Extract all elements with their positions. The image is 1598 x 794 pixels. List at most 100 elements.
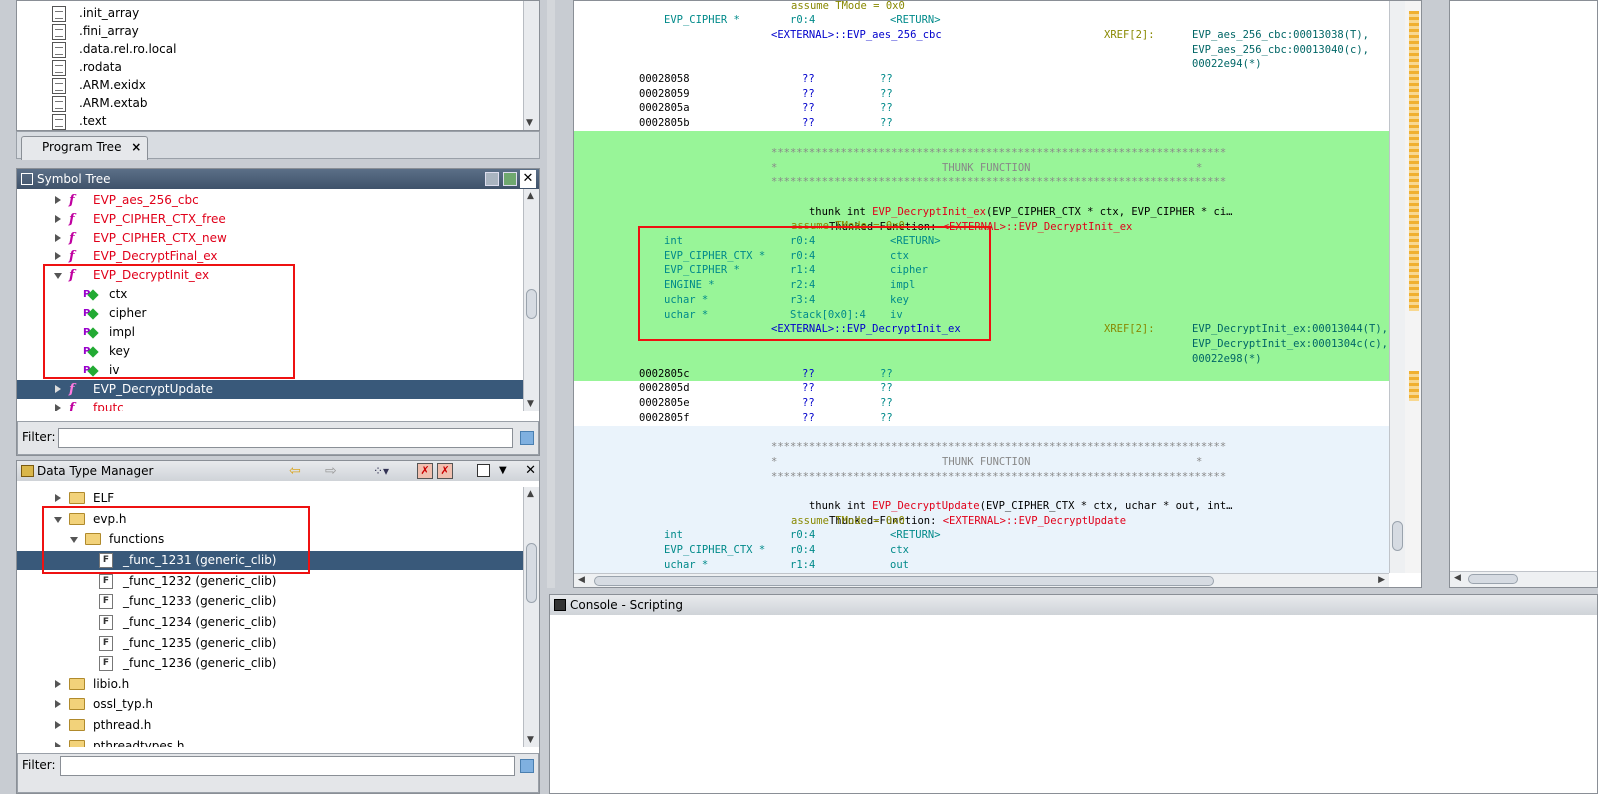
- listing-hscrollbar[interactable]: ◀ ▶: [574, 573, 1389, 587]
- address[interactable]: 0002805c: [639, 367, 690, 382]
- data-type-scrollbar[interactable]: ▲ ▼: [523, 487, 539, 747]
- address[interactable]: 0002805e: [639, 396, 690, 411]
- expand-arrow-icon[interactable]: [55, 700, 61, 708]
- listing-vscrollbar[interactable]: [1389, 1, 1405, 573]
- expand-arrow-icon[interactable]: [55, 680, 61, 688]
- symbol-tree-item[interactable]: f EVP_CIPHER_CTX_new: [17, 229, 523, 248]
- scroll-left-arrow-icon[interactable]: ◀: [1454, 573, 1461, 583]
- data-type-item[interactable]: F _func_1232 (generic_clib): [17, 572, 523, 591]
- data-type-item[interactable]: F _func_1235 (generic_clib): [17, 634, 523, 653]
- symbol-tree-item-selected[interactable]: f EVP_DecryptUpdate: [17, 380, 523, 399]
- param-type: uchar *: [664, 559, 709, 571]
- program-tree-scrollbar[interactable]: ▼: [523, 1, 539, 130]
- close-tab-icon[interactable]: ×: [131, 140, 141, 154]
- scroll-thumb[interactable]: [1392, 521, 1403, 551]
- program-tree-tabbar: Program Tree ×: [16, 131, 540, 160]
- comment-stars: ****************************************…: [771, 441, 1227, 453]
- expand-arrow-icon[interactable]: [55, 742, 61, 747]
- expand-arrow-icon[interactable]: [55, 494, 61, 502]
- xref-entry[interactable]: EVP_DecryptInit_ex:0001304c(c),: [1192, 337, 1388, 352]
- byte-value: ??: [880, 102, 893, 114]
- console-output[interactable]: [550, 615, 1597, 793]
- function-signature[interactable]: thunk int EVP_DecryptUpdate(EVP_CIPHER_C…: [771, 484, 1233, 512]
- data-type-item[interactable]: pthread.h: [17, 716, 523, 735]
- param-name: out: [890, 559, 909, 571]
- collapse-all-icon[interactable]: [477, 464, 490, 477]
- param-loc: r0:4: [790, 529, 816, 541]
- data-type-item[interactable]: ossl_typ.h: [17, 695, 523, 714]
- expand-arrow-icon[interactable]: [55, 234, 61, 242]
- right-hscrollbar[interactable]: ◀: [1450, 571, 1597, 587]
- expand-arrow-icon[interactable]: [55, 721, 61, 729]
- scroll-down-arrow-icon[interactable]: ▼: [527, 735, 534, 745]
- overview-bar[interactable]: [1405, 1, 1421, 573]
- symbol-tree-item[interactable]: f EVP_aes_256_cbc: [17, 191, 523, 210]
- function-signature[interactable]: thunk int EVP_DecryptInit_ex(EVP_CIPHER_…: [771, 190, 1233, 218]
- byte-value: ??: [802, 88, 815, 100]
- forward-arrow-icon[interactable]: ⇨: [325, 461, 337, 481]
- symbol-filter-bar: Filter:: [17, 421, 539, 455]
- data-type-item[interactable]: F _func_1234 (generic_clib): [17, 613, 523, 632]
- data-type-item[interactable]: pthreadtypes.h: [17, 737, 523, 747]
- address[interactable]: 00028059: [639, 87, 690, 102]
- filter-options-icon[interactable]: [520, 431, 534, 445]
- expand-arrow-icon[interactable]: [55, 385, 61, 393]
- data-type-filter-input[interactable]: [60, 756, 515, 776]
- scroll-down-arrow-icon[interactable]: ▼: [527, 399, 534, 409]
- thunked-target[interactable]: <EXTERNAL>::EVP_DecryptUpdate: [943, 515, 1126, 527]
- xref-entry[interactable]: 00022e94(*): [1192, 57, 1262, 72]
- expand-arrow-icon[interactable]: [55, 252, 61, 260]
- folder-icon: [69, 678, 85, 690]
- symbol-tree-item[interactable]: f fputc: [17, 399, 523, 411]
- scroll-down-arrow-icon[interactable]: ▼: [526, 118, 533, 128]
- symbol-tree-item[interactable]: f EVP_CIPHER_CTX_free: [17, 210, 523, 229]
- refresh-icon[interactable]: [503, 172, 517, 186]
- scroll-thumb[interactable]: [594, 576, 1214, 586]
- scroll-thumb[interactable]: [526, 543, 537, 603]
- xref-entry[interactable]: EVP_DecryptInit_ex:00013044(T),: [1192, 322, 1388, 337]
- close-icon[interactable]: ✕: [525, 461, 536, 481]
- scroll-thumb[interactable]: [526, 289, 537, 319]
- byte-value: ??: [880, 397, 893, 409]
- close-icon[interactable]: ✕: [520, 170, 536, 188]
- address[interactable]: 0002805d: [639, 381, 690, 396]
- scroll-up-arrow-icon[interactable]: ▲: [527, 191, 534, 201]
- scroll-thumb[interactable]: [1468, 574, 1518, 584]
- xref-entry[interactable]: EVP_aes_256_cbc:00013038(T),: [1192, 28, 1369, 43]
- data-type-item[interactable]: F _func_1236 (generic_clib): [17, 654, 523, 673]
- scroll-right-arrow-icon[interactable]: ▶: [1378, 575, 1385, 585]
- address[interactable]: 00028058: [639, 72, 690, 87]
- data-type-item[interactable]: libio.h: [17, 675, 523, 694]
- address[interactable]: 0002805f: [639, 411, 690, 426]
- export-icon[interactable]: [485, 172, 499, 186]
- expand-arrow-icon[interactable]: [55, 196, 61, 204]
- address[interactable]: 0002805a: [639, 101, 690, 116]
- overview-marker: [1409, 11, 1419, 311]
- listing-param-loc: r0:4: [790, 14, 816, 26]
- byte-value: ??: [802, 382, 815, 394]
- left-splitter[interactable]: [547, 0, 555, 588]
- external-link[interactable]: <EXTERNAL>::EVP_aes_256_cbc: [771, 28, 942, 43]
- console-titlebar: Console - Scripting: [550, 595, 1597, 615]
- folder-icon: [69, 740, 85, 747]
- symbol-tree-scrollbar[interactable]: ▲ ▼: [523, 189, 539, 411]
- symbol-filter-input[interactable]: [58, 428, 513, 448]
- data-type-item[interactable]: F _func_1233 (generic_clib): [17, 592, 523, 611]
- symbol-tree-title: Symbol Tree: [37, 172, 111, 186]
- toggle-archive-icon[interactable]: ✗: [437, 463, 453, 479]
- toggle-filter-icon[interactable]: ✗: [417, 463, 433, 479]
- tab-program-tree[interactable]: Program Tree ×: [21, 136, 149, 160]
- right-side-panel: ◀: [1449, 0, 1598, 588]
- address[interactable]: 0002805b: [639, 116, 690, 131]
- xref-entry[interactable]: EVP_aes_256_cbc:00013040(c),: [1192, 43, 1369, 58]
- scroll-up-arrow-icon[interactable]: ▲: [527, 489, 534, 499]
- filter-types-icon[interactable]: ⁘▾: [373, 461, 389, 481]
- back-arrow-icon[interactable]: ⇦: [289, 461, 301, 481]
- byte-value: ??: [802, 73, 815, 85]
- expand-arrow-icon[interactable]: [55, 215, 61, 223]
- xref-entry[interactable]: 00022e98(*): [1192, 352, 1262, 367]
- menu-dropdown-icon[interactable]: ▼: [499, 461, 507, 481]
- scroll-left-arrow-icon[interactable]: ◀: [578, 575, 585, 585]
- expand-arrow-icon[interactable]: [55, 404, 61, 411]
- filter-options-icon[interactable]: [520, 759, 534, 773]
